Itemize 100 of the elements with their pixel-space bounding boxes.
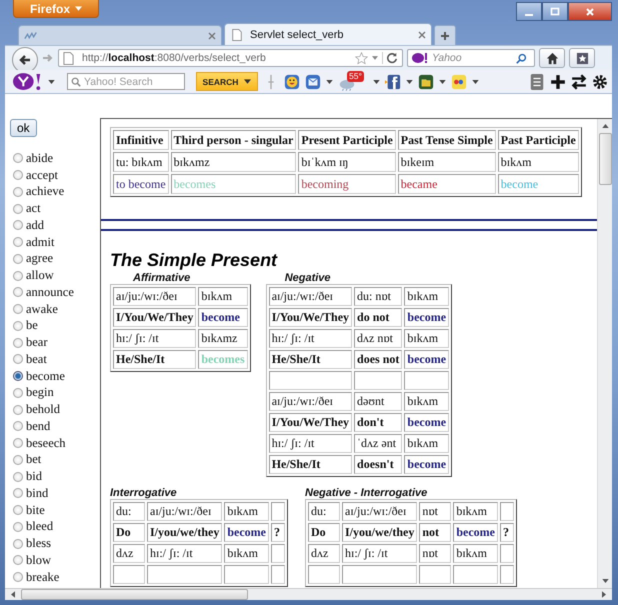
plus-icon[interactable] — [550, 74, 566, 90]
dropdown-icon[interactable] — [472, 80, 479, 84]
temperature-badge: 55° — [347, 70, 364, 82]
table-cell: hɪ:/ ʃɪ: /ɪt — [342, 544, 418, 563]
search-field[interactable]: Yahoo — [432, 52, 512, 64]
page-icon — [63, 52, 74, 64]
table-cell: aɪ/ju:/wɪ:/ðeɪ — [147, 502, 222, 521]
dropdown-icon[interactable] — [439, 80, 446, 84]
table-cell: bɪkʌm — [404, 287, 450, 306]
verb-label: abide — [26, 150, 54, 166]
radio-button[interactable] — [13, 421, 23, 432]
envelope-icon[interactable] — [305, 74, 321, 90]
table-cell: become — [404, 455, 450, 474]
close-button[interactable] — [568, 2, 612, 21]
dropdown-icon[interactable] — [48, 80, 55, 84]
star-icon[interactable] — [355, 52, 368, 64]
caret-icon — [244, 79, 252, 84]
scroll-up-icon[interactable] — [602, 124, 608, 128]
close-icon[interactable] — [208, 32, 216, 40]
radio-button[interactable] — [13, 538, 23, 549]
table-cell: hɪ:/ ʃɪ: /ɪt — [113, 329, 196, 348]
radio-button[interactable] — [13, 354, 23, 364]
radio-button[interactable] — [13, 488, 23, 498]
settings-icon[interactable] — [592, 74, 608, 90]
radio-button[interactable] — [13, 572, 23, 582]
scroll-down-icon[interactable] — [602, 579, 608, 583]
social-f-icon[interactable] — [385, 74, 401, 90]
maximize-icon — [550, 6, 560, 16]
radio-button[interactable] — [13, 371, 23, 382]
table-cell: I/You/We/They — [268, 308, 352, 327]
list-icon[interactable] — [529, 74, 545, 90]
browser-tab[interactable]: Servlet select_verb — [224, 23, 432, 45]
radio-button[interactable] — [13, 270, 23, 281]
weather-button[interactable]: 55° — [338, 72, 368, 92]
search-field[interactable]: Yahoo! Search — [67, 73, 185, 90]
radio-button[interactable] — [13, 555, 23, 566]
table-cell — [271, 502, 285, 521]
dropdown-icon[interactable] — [373, 80, 380, 84]
yahoo-logo-icon[interactable] — [13, 72, 43, 91]
table-cell — [500, 544, 514, 563]
reload-icon[interactable] — [382, 52, 398, 64]
scroll-left-icon[interactable] — [11, 591, 15, 598]
table-cell: become — [498, 174, 579, 194]
maximize-button[interactable] — [542, 2, 568, 21]
radio-button[interactable] — [13, 153, 23, 164]
radio-button[interactable] — [13, 186, 23, 197]
radio-button[interactable] — [13, 237, 23, 248]
squiggle-icon — [24, 30, 38, 42]
radio-button[interactable] — [13, 170, 23, 180]
radio-button[interactable] — [13, 472, 23, 482]
table-cell: does not — [354, 350, 402, 369]
radio-button[interactable] — [13, 388, 23, 398]
dropdown-icon[interactable] — [406, 80, 413, 84]
table-cell: become — [224, 523, 269, 542]
table-cell: I/you/we/they — [147, 523, 222, 542]
new-tab-button[interactable] — [434, 25, 456, 45]
radio-button[interactable] — [13, 522, 23, 532]
radio-button[interactable] — [13, 320, 23, 331]
search-icon[interactable] — [516, 52, 527, 64]
horizontal-scrollbar[interactable] — [5, 588, 612, 600]
address-field[interactable]: http://localhost:8080/verbs/select_verb — [58, 49, 403, 67]
vertical-scrollbar[interactable] — [597, 119, 612, 588]
folder-icon[interactable] — [418, 74, 434, 90]
verb-label: bear — [26, 335, 48, 350]
close-icon[interactable] — [418, 30, 426, 38]
radio-button[interactable] — [13, 454, 23, 465]
table-cell: aɪ/ju:/wɪ:/ðeɪ — [113, 287, 196, 306]
radio-button[interactable] — [13, 338, 23, 348]
radio-button[interactable] — [13, 220, 23, 230]
home-button[interactable] — [539, 48, 565, 68]
verb-label: bless — [26, 536, 51, 552]
scroll-thumb[interactable] — [21, 589, 248, 600]
radio-button[interactable] — [13, 404, 23, 415]
caret-icon — [75, 6, 82, 11]
scroll-right-icon[interactable] — [602, 591, 606, 598]
radio-button[interactable] — [13, 505, 23, 516]
search-field[interactable]: Yahoo — [407, 49, 535, 67]
swap-arrows-icon[interactable] — [571, 74, 587, 90]
table-cell: I/you/we/they — [342, 523, 418, 542]
table-cell: Do — [113, 523, 145, 542]
bookmarks-button[interactable] — [569, 48, 595, 68]
verb-label: add — [26, 218, 44, 233]
tag-icon[interactable] — [451, 74, 467, 90]
radio-button[interactable] — [13, 438, 23, 448]
smiley-icon[interactable] — [284, 74, 300, 90]
search-button[interactable]: SEARCH — [196, 72, 258, 91]
search-field[interactable]: Yahoo! Search — [84, 76, 179, 88]
verb-label: bite — [26, 502, 45, 518]
radio-button[interactable] — [13, 204, 23, 214]
forward-button[interactable] — [42, 52, 54, 64]
minimize-button[interactable] — [516, 2, 542, 21]
scroll-thumb[interactable] — [598, 133, 612, 185]
verb-label: behold — [26, 402, 60, 418]
radio-button[interactable] — [13, 287, 23, 298]
radio-button[interactable] — [13, 304, 23, 314]
table-cell: dʌz — [113, 544, 145, 563]
radio-button[interactable] — [13, 254, 23, 264]
ok-button[interactable]: ok — [10, 119, 37, 137]
table-cell: become — [404, 308, 450, 327]
dropdown-icon[interactable] — [326, 80, 333, 84]
